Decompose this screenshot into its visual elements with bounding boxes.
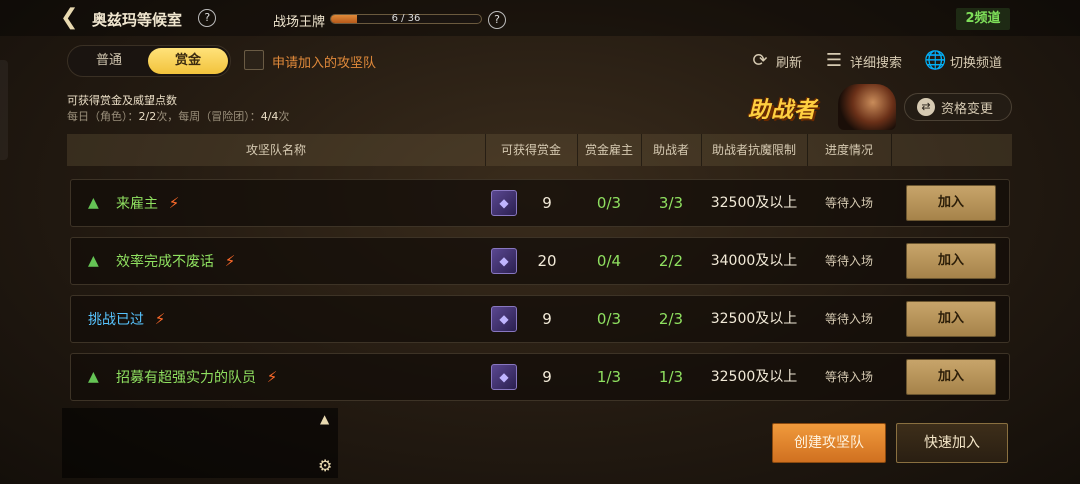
chevron-up-icon[interactable]: ▲ [320, 412, 329, 426]
toggle-bounty[interactable]: 赏金 [148, 48, 228, 74]
resist-limit: 32500及以上 [710, 195, 798, 211]
alarm-icon: ⚡ [154, 310, 166, 328]
refresh-button[interactable]: ⟳ 刷新 [750, 50, 802, 72]
resist-limit: 34000及以上 [710, 253, 798, 269]
back-arrow-icon[interactable]: ❮ [60, 6, 84, 30]
switch-channel-button[interactable]: 🌐 切换频道 [924, 50, 1002, 72]
row-name: ▲ 来雇主 ⚡ [88, 193, 184, 213]
join-button[interactable]: 加入 [906, 301, 996, 337]
globe-icon: 🌐 [924, 50, 947, 71]
bounty-value: 9 [542, 310, 552, 328]
employer-count: 1/3 [596, 368, 622, 386]
chat-box[interactable] [62, 408, 338, 478]
resist-limit: 32500及以上 [710, 369, 798, 385]
helper-character-image [838, 84, 896, 130]
apply-checkbox-label[interactable]: 申请加入的攻坚队 [272, 52, 376, 71]
progress-status: 等待入场 [824, 196, 873, 210]
side-handle [0, 60, 8, 160]
helper-count: 1/3 [658, 368, 684, 386]
progress-status: 等待入场 [824, 370, 873, 384]
crew-icon: ▲ [88, 369, 99, 385]
party-name: 来雇主 [116, 196, 158, 212]
bounty-gem-icon: ◆ [491, 306, 517, 332]
crew-icon: ▲ [88, 195, 99, 211]
bounty-info-title: 可获得赏金及威望点数 [67, 94, 177, 107]
create-party-button[interactable]: 创建攻坚队 [772, 423, 886, 463]
col-header-helpers: 助战者 [652, 143, 689, 157]
employer-count: 0/3 [596, 310, 622, 328]
col-header-bounty: 可获得赏金 [500, 143, 561, 157]
col-header-status: 进度情况 [824, 143, 873, 157]
detailed-search-button[interactable]: ☰ 详细搜索 [824, 50, 902, 72]
join-button[interactable]: 加入 [906, 359, 996, 395]
apply-checkbox[interactable] [244, 50, 264, 70]
bounty-gem-icon: ◆ [491, 190, 517, 216]
alarm-icon: ⚡ [224, 252, 236, 270]
bounty-gem-icon: ◆ [491, 364, 517, 390]
refresh-icon: ⟳ [752, 50, 768, 71]
employer-count: 0/3 [596, 194, 622, 212]
col-header-name: 攻坚队名称 [245, 143, 306, 157]
row-name: 挑战已过 ⚡ [88, 309, 170, 329]
qualification-change-button[interactable]: ⇄ 资格变更 [904, 93, 1012, 121]
qualification-change-label: 资格变更 [941, 101, 994, 117]
progress-status: 等待入场 [824, 254, 873, 268]
bounty-value: 20 [537, 252, 557, 270]
party-name: 挑战已过 [88, 312, 144, 328]
bounty-value: 9 [542, 194, 552, 212]
swap-icon: ⇄ [917, 98, 935, 116]
alarm-icon: ⚡ [266, 368, 278, 386]
col-header-limit: 助战者抗魔限制 [711, 143, 796, 157]
helper-count: 3/3 [658, 194, 684, 212]
rank-label: 战场王牌 [273, 15, 326, 30]
helper-logo: 助战者 [748, 98, 818, 123]
bounty-gem-icon: ◆ [491, 248, 517, 274]
progress-status: 等待入场 [824, 312, 873, 326]
gear-icon[interactable]: ⚙ [318, 456, 332, 475]
switch-channel-label: 切换频道 [950, 55, 1003, 71]
join-button[interactable]: 加入 [906, 185, 996, 221]
employer-count: 0/4 [596, 252, 622, 270]
col-header-employer: 赏金雇主 [584, 143, 633, 157]
room-title: 奥兹玛等候室 [92, 11, 183, 29]
header-divider [891, 134, 892, 166]
helper-count: 2/2 [658, 252, 684, 270]
row-name: ▲ 招募有超强实力的队员 ⚡ [88, 367, 282, 387]
quick-join-button[interactable]: 快速加入 [896, 423, 1008, 463]
channel-badge[interactable]: 2频道 [956, 8, 1010, 30]
filter-icon: ☰ [825, 50, 843, 71]
refresh-label: 刷新 [776, 55, 803, 71]
row-name: ▲ 效率完成不废话 ⚡ [88, 251, 240, 271]
crew-icon: ▲ [88, 253, 99, 269]
bounty-info-line: 每日（角色）：2/2次，每周（冒险团）：4/4次 [67, 110, 290, 123]
party-name: 效率完成不废话 [116, 254, 214, 270]
helper-count: 2/3 [658, 310, 684, 328]
toggle-normal[interactable]: 普通 [72, 48, 146, 74]
alarm-icon: ⚡ [168, 194, 180, 212]
rank-progress-text: 6 / 36 [391, 13, 421, 24]
detailed-search-label: 详细搜索 [850, 55, 903, 71]
rank-help-icon[interactable]: ? [488, 11, 506, 29]
bounty-value: 9 [542, 368, 552, 386]
resist-limit: 32500及以上 [710, 311, 798, 327]
join-button[interactable]: 加入 [906, 243, 996, 279]
party-name: 招募有超强实力的队员 [116, 370, 256, 386]
